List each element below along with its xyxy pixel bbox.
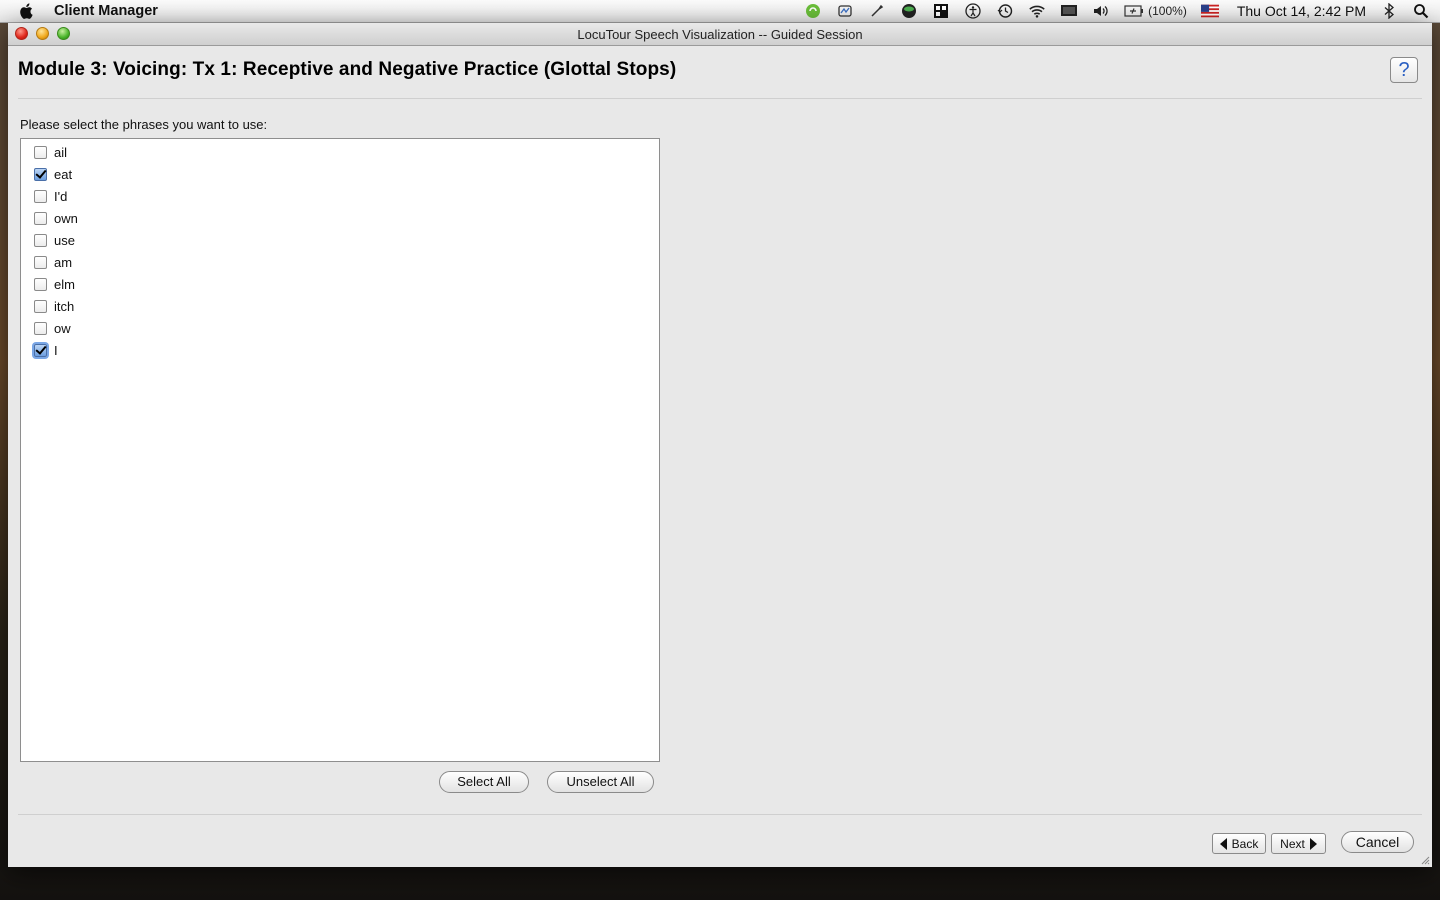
menu-bar: Client Manager (100%) Thu Oct 14, 2:42 P… — [0, 0, 1440, 23]
minimize-window-button[interactable] — [36, 27, 49, 40]
phrase-checkbox[interactable] — [34, 321, 47, 335]
apple-menu-icon[interactable] — [18, 2, 36, 20]
phrase-row[interactable]: I — [34, 340, 58, 360]
menu-clock[interactable]: Thu Oct 14, 2:42 PM — [1237, 3, 1366, 19]
phrase-label[interactable]: own — [54, 211, 78, 226]
phrase-checkbox[interactable] — [34, 255, 47, 269]
next-label: Next — [1280, 836, 1305, 851]
phrase-label[interactable]: I'd — [54, 189, 67, 204]
dashboard-grid-icon[interactable] — [932, 3, 950, 19]
network-config-icon[interactable] — [836, 3, 854, 19]
phrase-list[interactable]: ail eat I'd own use am elm itch ow I — [20, 138, 660, 762]
zoom-window-button[interactable] — [57, 27, 70, 40]
app-name-menu[interactable]: Client Manager — [54, 3, 158, 19]
cancel-button[interactable]: Cancel — [1341, 831, 1414, 853]
phrase-label[interactable]: elm — [54, 277, 75, 292]
help-button[interactable]: ? — [1390, 57, 1418, 83]
phrase-checkbox[interactable] — [34, 167, 47, 181]
us-flag-input-icon[interactable] — [1200, 3, 1219, 19]
resize-grip-icon[interactable] — [1420, 855, 1430, 865]
window-controls — [15, 27, 70, 40]
phrase-row[interactable]: ow — [34, 318, 71, 338]
next-arrow-icon — [1309, 837, 1317, 850]
phrase-checkbox[interactable] — [34, 299, 47, 313]
display-mirroring-icon[interactable] — [1060, 3, 1078, 19]
script-tool-icon[interactable] — [868, 3, 886, 19]
back-arrow-icon — [1219, 837, 1227, 850]
battery-icon — [1124, 5, 1144, 17]
battery-percent: (100%) — [1148, 4, 1187, 18]
phrase-checkbox[interactable] — [34, 277, 47, 291]
phrase-checkbox[interactable] — [34, 189, 47, 203]
window-titlebar[interactable]: LocuTour Speech Visualization -- Guided … — [8, 23, 1432, 46]
back-button[interactable]: Back — [1212, 833, 1266, 854]
phrase-label[interactable]: ow — [54, 321, 71, 336]
time-machine-icon[interactable] — [996, 3, 1014, 19]
volume-icon[interactable] — [1092, 3, 1110, 19]
sync-status-icon[interactable] — [804, 3, 822, 19]
phrase-row[interactable]: I'd — [34, 186, 67, 206]
module-title: Module 3: Voicing: Tx 1: Receptive and N… — [18, 59, 677, 80]
guided-session-window: LocuTour Speech Visualization -- Guided … — [8, 23, 1432, 867]
phrase-row[interactable]: ail — [34, 142, 67, 162]
phrase-row[interactable]: eat — [34, 164, 72, 184]
accessibility-icon[interactable] — [964, 3, 982, 19]
phrase-label[interactable]: am — [54, 255, 72, 270]
phrase-row[interactable]: use — [34, 230, 75, 250]
back-label: Back — [1231, 836, 1259, 851]
bluetooth-icon[interactable] — [1380, 3, 1398, 19]
footer-divider — [18, 814, 1422, 815]
phrase-label[interactable]: use — [54, 233, 75, 248]
close-window-button[interactable] — [15, 27, 28, 40]
phrase-checkbox[interactable] — [34, 145, 47, 159]
phrase-label[interactable]: eat — [54, 167, 72, 182]
next-button[interactable]: Next — [1271, 833, 1326, 854]
phrase-row[interactable]: am — [34, 252, 72, 272]
phrase-label[interactable]: ail — [54, 145, 67, 160]
unselect-all-button[interactable]: Unselect All — [547, 771, 654, 793]
phrase-row[interactable]: elm — [34, 274, 75, 294]
phrase-row[interactable]: own — [34, 208, 78, 228]
menu-extras: (100%) Thu Oct 14, 2:42 PM — [804, 0, 1430, 22]
phrase-label[interactable]: I — [54, 343, 58, 358]
window-title: LocuTour Speech Visualization -- Guided … — [577, 27, 863, 42]
phrase-checkbox[interactable] — [34, 343, 47, 357]
spotlight-search-icon[interactable] — [1412, 3, 1430, 19]
phrase-selection-prompt: Please select the phrases you want to us… — [20, 117, 268, 132]
status-orb-icon[interactable] — [900, 3, 918, 19]
phrase-label[interactable]: itch — [54, 299, 74, 314]
phrase-checkbox[interactable] — [34, 211, 47, 225]
select-all-button[interactable]: Select All — [439, 771, 529, 793]
header-divider — [18, 98, 1422, 99]
phrase-checkbox[interactable] — [34, 233, 47, 247]
wifi-icon[interactable] — [1028, 3, 1046, 19]
phrase-row[interactable]: itch — [34, 296, 74, 316]
battery-status[interactable]: (100%) — [1124, 3, 1187, 19]
